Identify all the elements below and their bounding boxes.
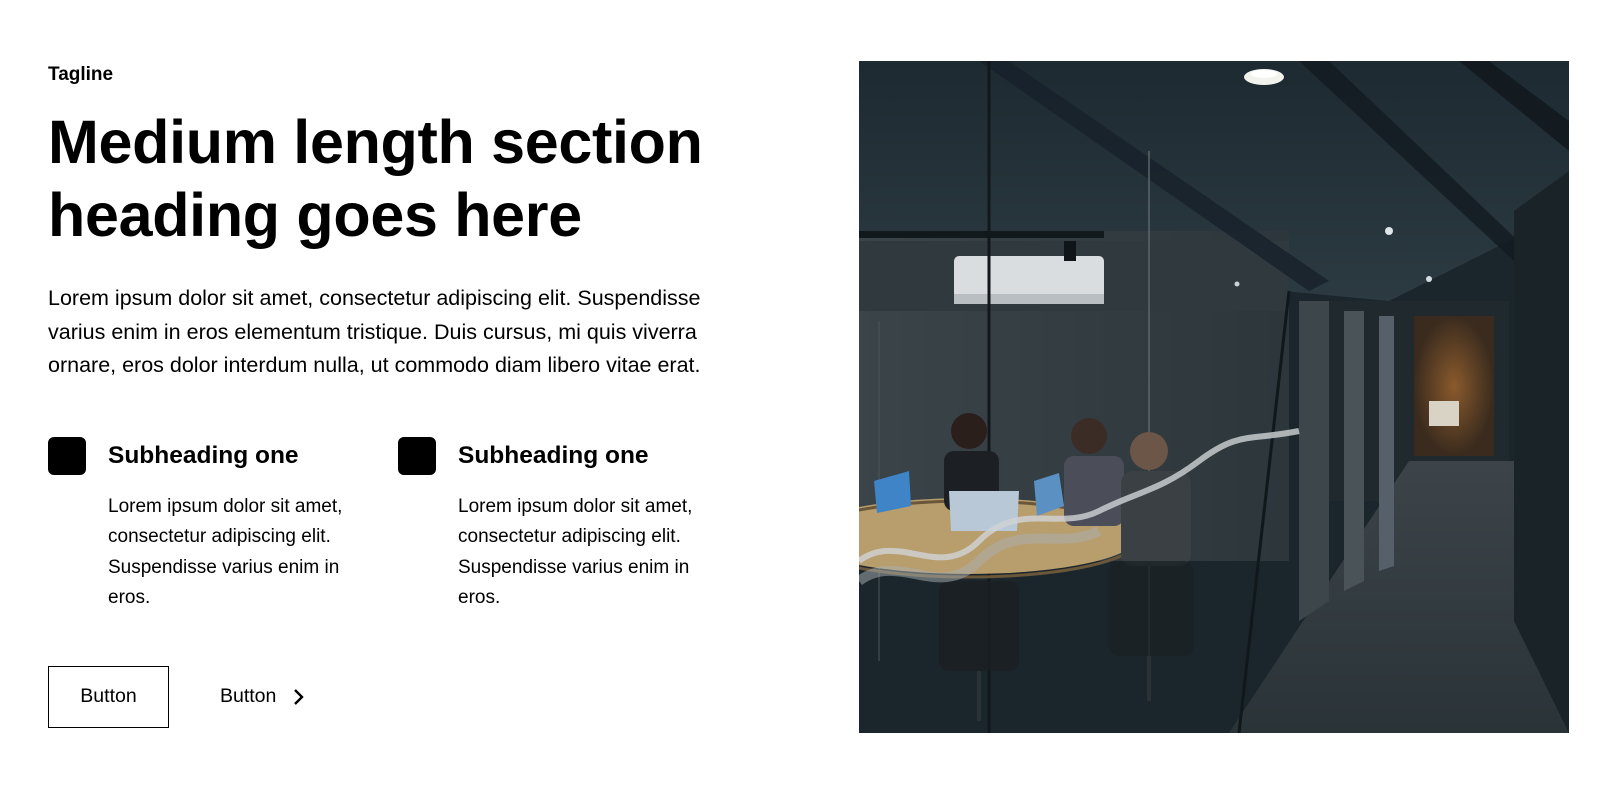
feature-item: Subheading one Lorem ipsum dolor sit ame… — [398, 435, 748, 614]
feature-body: Subheading one Lorem ipsum dolor sit ame… — [108, 435, 368, 614]
tagline: Tagline — [48, 64, 114, 85]
secondary-button-label: Button — [220, 685, 277, 707]
feature-body: Subheading one Lorem ipsum dolor sit ame… — [458, 435, 718, 614]
feature-list: Subheading one Lorem ipsum dolor sit ame… — [48, 435, 748, 614]
chevron-right-icon — [294, 688, 305, 705]
square-icon — [398, 436, 436, 475]
feature-text: Lorem ipsum dolor sit amet, consectetur … — [458, 495, 693, 609]
feature-text: Lorem ipsum dolor sit amet, consectetur … — [108, 495, 343, 609]
lead-paragraph: Lorem ipsum dolor sit amet, consectetur … — [48, 286, 701, 377]
feature-title: Subheading one — [458, 441, 649, 469]
secondary-link-button[interactable]: Button — [220, 685, 308, 708]
feature-item: Subheading one Lorem ipsum dolor sit ame… — [48, 435, 398, 614]
content-column: Tagline Medium length section heading go… — [48, 60, 748, 728]
section-heading: Medium length section heading goes here — [48, 108, 703, 249]
feature-title: Subheading one — [108, 441, 299, 469]
office-meeting-photo — [859, 61, 1569, 733]
feature-section: Tagline Medium length section heading go… — [0, 0, 1613, 799]
photo-illustration — [859, 61, 1569, 733]
square-icon — [48, 436, 86, 475]
primary-button[interactable]: Button — [48, 665, 169, 728]
button-group: Button Button — [48, 665, 748, 728]
